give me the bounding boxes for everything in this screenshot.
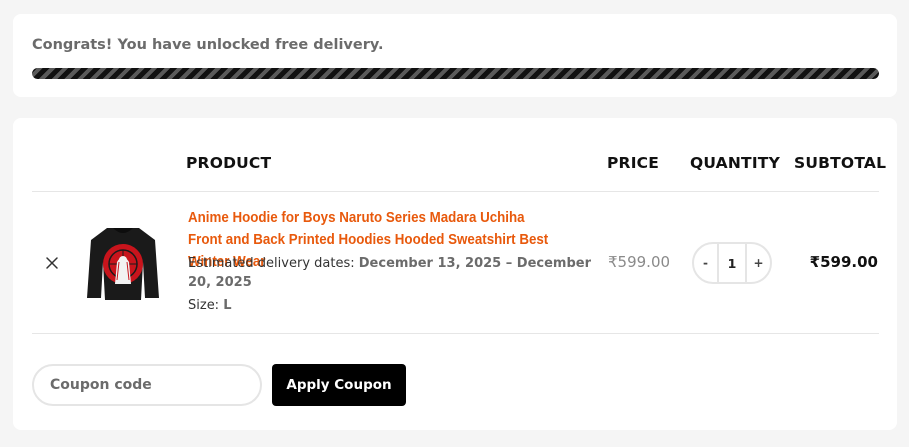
free-delivery-notice: Congrats! You have unlocked free deliver… bbox=[13, 14, 897, 97]
size-value: L bbox=[223, 298, 232, 313]
line-subtotal: ₹599.00 bbox=[809, 253, 878, 271]
product-thumbnail[interactable] bbox=[83, 222, 163, 302]
quantity-stepper: - + bbox=[692, 242, 772, 284]
header-divider bbox=[32, 191, 879, 192]
column-header-quantity: QUANTITY bbox=[690, 154, 780, 172]
delivery-label: Estimated delivery dates: bbox=[188, 256, 355, 271]
coupon-code-input[interactable] bbox=[32, 364, 262, 406]
cart-table: PRODUCT PRICE QUANTITY SUBTOTAL Anime Ho… bbox=[13, 118, 897, 430]
progress-bar-fill bbox=[32, 68, 879, 79]
column-header-product: PRODUCT bbox=[186, 154, 272, 172]
row-divider bbox=[32, 333, 879, 334]
unit-price: ₹599.00 bbox=[608, 253, 671, 271]
column-header-price: PRICE bbox=[607, 154, 660, 172]
hoodie-image bbox=[83, 222, 163, 302]
quantity-input[interactable] bbox=[717, 244, 747, 282]
free-delivery-message: Congrats! You have unlocked free deliver… bbox=[32, 37, 384, 53]
decrease-quantity-button[interactable]: - bbox=[694, 244, 717, 282]
close-icon bbox=[46, 257, 58, 269]
column-header-subtotal: SUBTOTAL bbox=[794, 154, 887, 172]
remove-item-button[interactable] bbox=[40, 251, 64, 275]
estimated-delivery: Estimated delivery dates: December 13, 2… bbox=[188, 254, 598, 292]
apply-coupon-button[interactable]: Apply Coupon bbox=[272, 364, 406, 406]
size-label: Size: bbox=[188, 298, 220, 313]
increase-quantity-button[interactable]: + bbox=[747, 244, 770, 282]
product-size: Size: L bbox=[188, 298, 232, 313]
free-delivery-progress-bar bbox=[32, 68, 879, 79]
